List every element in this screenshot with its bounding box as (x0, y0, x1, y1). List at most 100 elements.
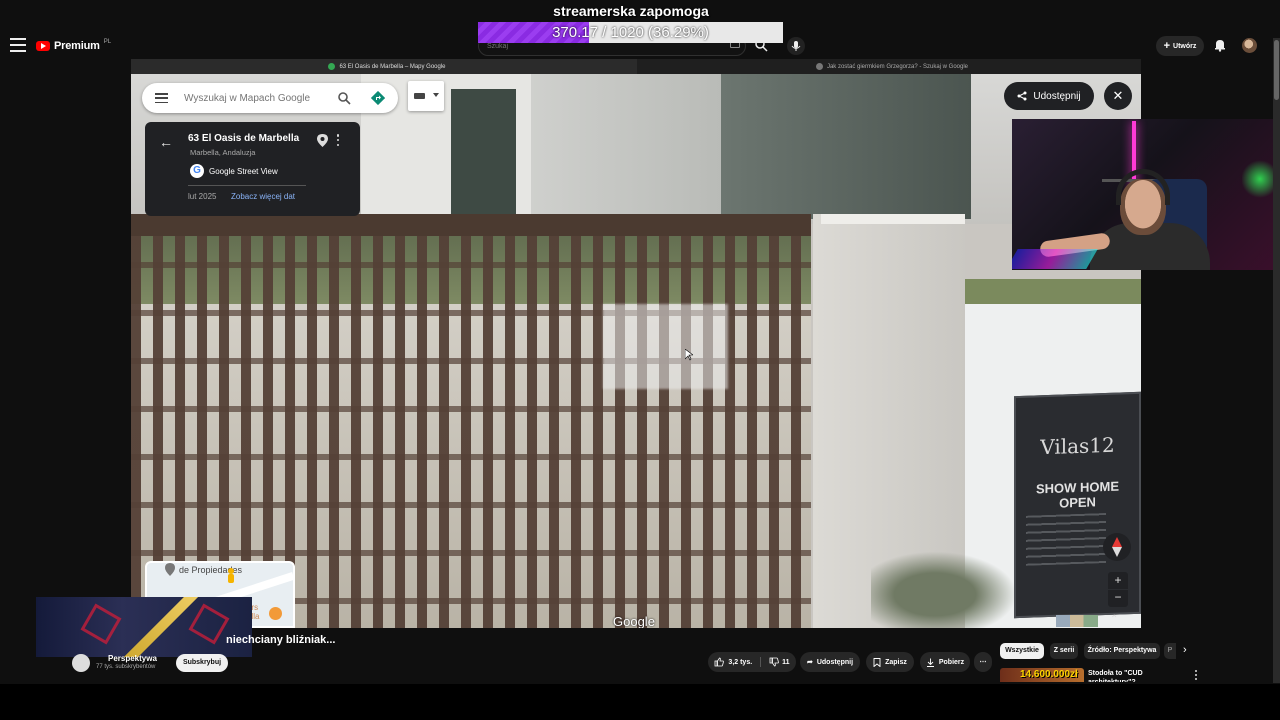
gate-top-rail (131, 214, 811, 236)
close-street-view-button[interactable]: ✕ (1104, 82, 1132, 110)
bottom-letterbox (0, 684, 1280, 720)
create-button[interactable]: + Utwórz (1156, 36, 1204, 56)
chevron-up-icon[interactable]: ⌃ (1110, 614, 1118, 625)
subscribe-button[interactable]: Subskrybuj (176, 654, 228, 672)
chevron-right-icon[interactable]: › (1183, 644, 1187, 656)
page-scrollbar[interactable] (1273, 38, 1280, 683)
save-button[interactable]: Zapisz (866, 652, 914, 672)
more-vert-icon[interactable] (336, 134, 340, 146)
close-icon: ✕ (1112, 88, 1124, 103)
youtube-share-label: Udostępnij (816, 658, 854, 666)
building-door (451, 89, 516, 217)
donation-goal-title: streamerska zapomoga (553, 3, 709, 19)
address-card: ← 63 El Oasis de Marbella Marbella, Anda… (145, 122, 360, 216)
google-g-icon: G (190, 164, 204, 178)
webcam-rgb-keyboard (1012, 249, 1098, 269)
maps-favicon-icon (328, 63, 336, 70)
google-watermark: Google (613, 614, 655, 628)
streamer-webcam (1012, 119, 1278, 270)
bookmark-icon (873, 657, 881, 667)
microphone-icon[interactable] (787, 37, 805, 55)
plus-icon: + (1163, 40, 1171, 52)
directions-icon[interactable] (371, 91, 385, 105)
download-label: Pobierz (938, 658, 965, 666)
video-title: niechciany bliźniak... (226, 634, 336, 646)
channel-name[interactable]: Perspektywa (108, 654, 157, 663)
map-pin-icon (165, 563, 175, 576)
download-icon (926, 658, 934, 667)
sign-title: SHOW HOME OPEN (1035, 478, 1120, 511)
more-horiz-icon: ⋯ (979, 659, 987, 666)
pegman-icon[interactable] (225, 567, 237, 587)
download-button[interactable]: Pobierz (920, 652, 970, 672)
donation-progress-bar: 370.17 / 1020 (36.29%) (478, 22, 783, 43)
compass-button[interactable] (1103, 533, 1131, 561)
youtube-region: PL (103, 39, 112, 45)
chip-source[interactable]: Źródło: Perspektywa (1084, 643, 1160, 659)
recommendation-thumbnail-text: 14.600.000zł (1020, 669, 1078, 680)
address-subtitle: Marbella, Andaluzja (190, 148, 256, 157)
google-favicon-icon (815, 63, 823, 70)
more-actions-button[interactable]: ⋯ (974, 652, 992, 672)
overlay-hexagon (188, 603, 230, 645)
compass-needle-icon (1112, 537, 1122, 547)
thumbs-down-icon (769, 657, 780, 667)
user-avatar[interactable] (1242, 38, 1257, 53)
search-icon[interactable] (337, 91, 351, 105)
see-more-dates-link[interactable]: Zobacz więcej dat (231, 192, 295, 201)
mouse-cursor-icon (685, 349, 693, 361)
more-vert-icon[interactable] (1194, 670, 1198, 680)
zoom-in-button[interactable]: + (1108, 572, 1128, 589)
sign-logo: Vilas12 (1040, 432, 1115, 460)
compass-needle-south-icon (1112, 547, 1122, 557)
thumbs-up-icon (715, 657, 725, 667)
maps-share-label: Udostępnij (1033, 90, 1081, 102)
overlay-hexagon (80, 603, 122, 645)
maps-search-input[interactable] (184, 89, 324, 107)
pillar-cap (821, 214, 965, 224)
capture-date: lut 2025 (188, 192, 217, 201)
youtube-logo[interactable]: Premium PL (36, 38, 111, 54)
youtube-play-icon (36, 41, 50, 51)
chip-partial[interactable]: P (1164, 643, 1176, 659)
dislike-button[interactable]: 11 (765, 657, 790, 667)
create-label: Utwórz (1173, 42, 1197, 50)
google-street-view-label: G Google Street View (190, 163, 278, 179)
webcam-headset (1116, 169, 1170, 205)
browser-tab-label: Jak zostać giermkiem Grzegorza? - Szukaj… (826, 63, 969, 70)
maps-search-box[interactable] (142, 83, 398, 113)
notifications-bell-icon[interactable] (1213, 38, 1227, 52)
maps-share-button[interactable]: Udostępnij (1004, 82, 1094, 110)
restaurant-pin-icon (269, 607, 282, 620)
zoom-out-button[interactable]: − (1108, 590, 1128, 607)
stream-overlay-knife-graphic (36, 597, 252, 657)
location-pin-icon[interactable] (317, 134, 328, 147)
layers-button[interactable] (408, 81, 444, 111)
browser-tab-maps[interactable]: 63 El Oasis de Marbella – Mapy Google (131, 59, 637, 74)
channel-subscriber-count: 77 tys. subskrybentów (96, 664, 156, 670)
blurred-plate (603, 304, 728, 389)
divider (188, 185, 306, 186)
sign-fine-print (1026, 513, 1106, 566)
layers-icon (414, 93, 425, 99)
save-label: Zapisz (885, 658, 907, 666)
channel-avatar[interactable] (72, 654, 90, 672)
caret-down-icon (433, 93, 439, 97)
recommendation-title[interactable]: Stodoła to "CUD architektury"? (1088, 669, 1190, 682)
like-button[interactable]: 3,2 tys. (714, 657, 762, 667)
gsv-text: Google Street View (209, 166, 278, 176)
menu-icon[interactable] (10, 38, 26, 52)
share-icon (1017, 91, 1027, 101)
back-arrow-icon[interactable]: ← (159, 134, 173, 150)
photo-thumbnail-strip[interactable] (1056, 615, 1098, 627)
chip-series[interactable]: Z serii (1050, 643, 1078, 659)
recommendation-thumbnail[interactable]: 14.600.000zł (1000, 668, 1084, 682)
maps-menu-icon[interactable] (155, 93, 168, 103)
youtube-share-button[interactable]: ➦ Udostępnij (800, 652, 860, 672)
dislike-count: 11 (782, 658, 790, 666)
chip-all[interactable]: Wszystkie (1000, 643, 1044, 659)
browser-tab-search[interactable]: Jak zostać giermkiem Grzegorza? - Szukaj… (637, 59, 1141, 74)
youtube-logo-text: Premium (54, 40, 100, 52)
scrollbar-thumb[interactable] (1274, 40, 1279, 100)
like-dislike-group: 3,2 tys. 11 (708, 652, 796, 672)
